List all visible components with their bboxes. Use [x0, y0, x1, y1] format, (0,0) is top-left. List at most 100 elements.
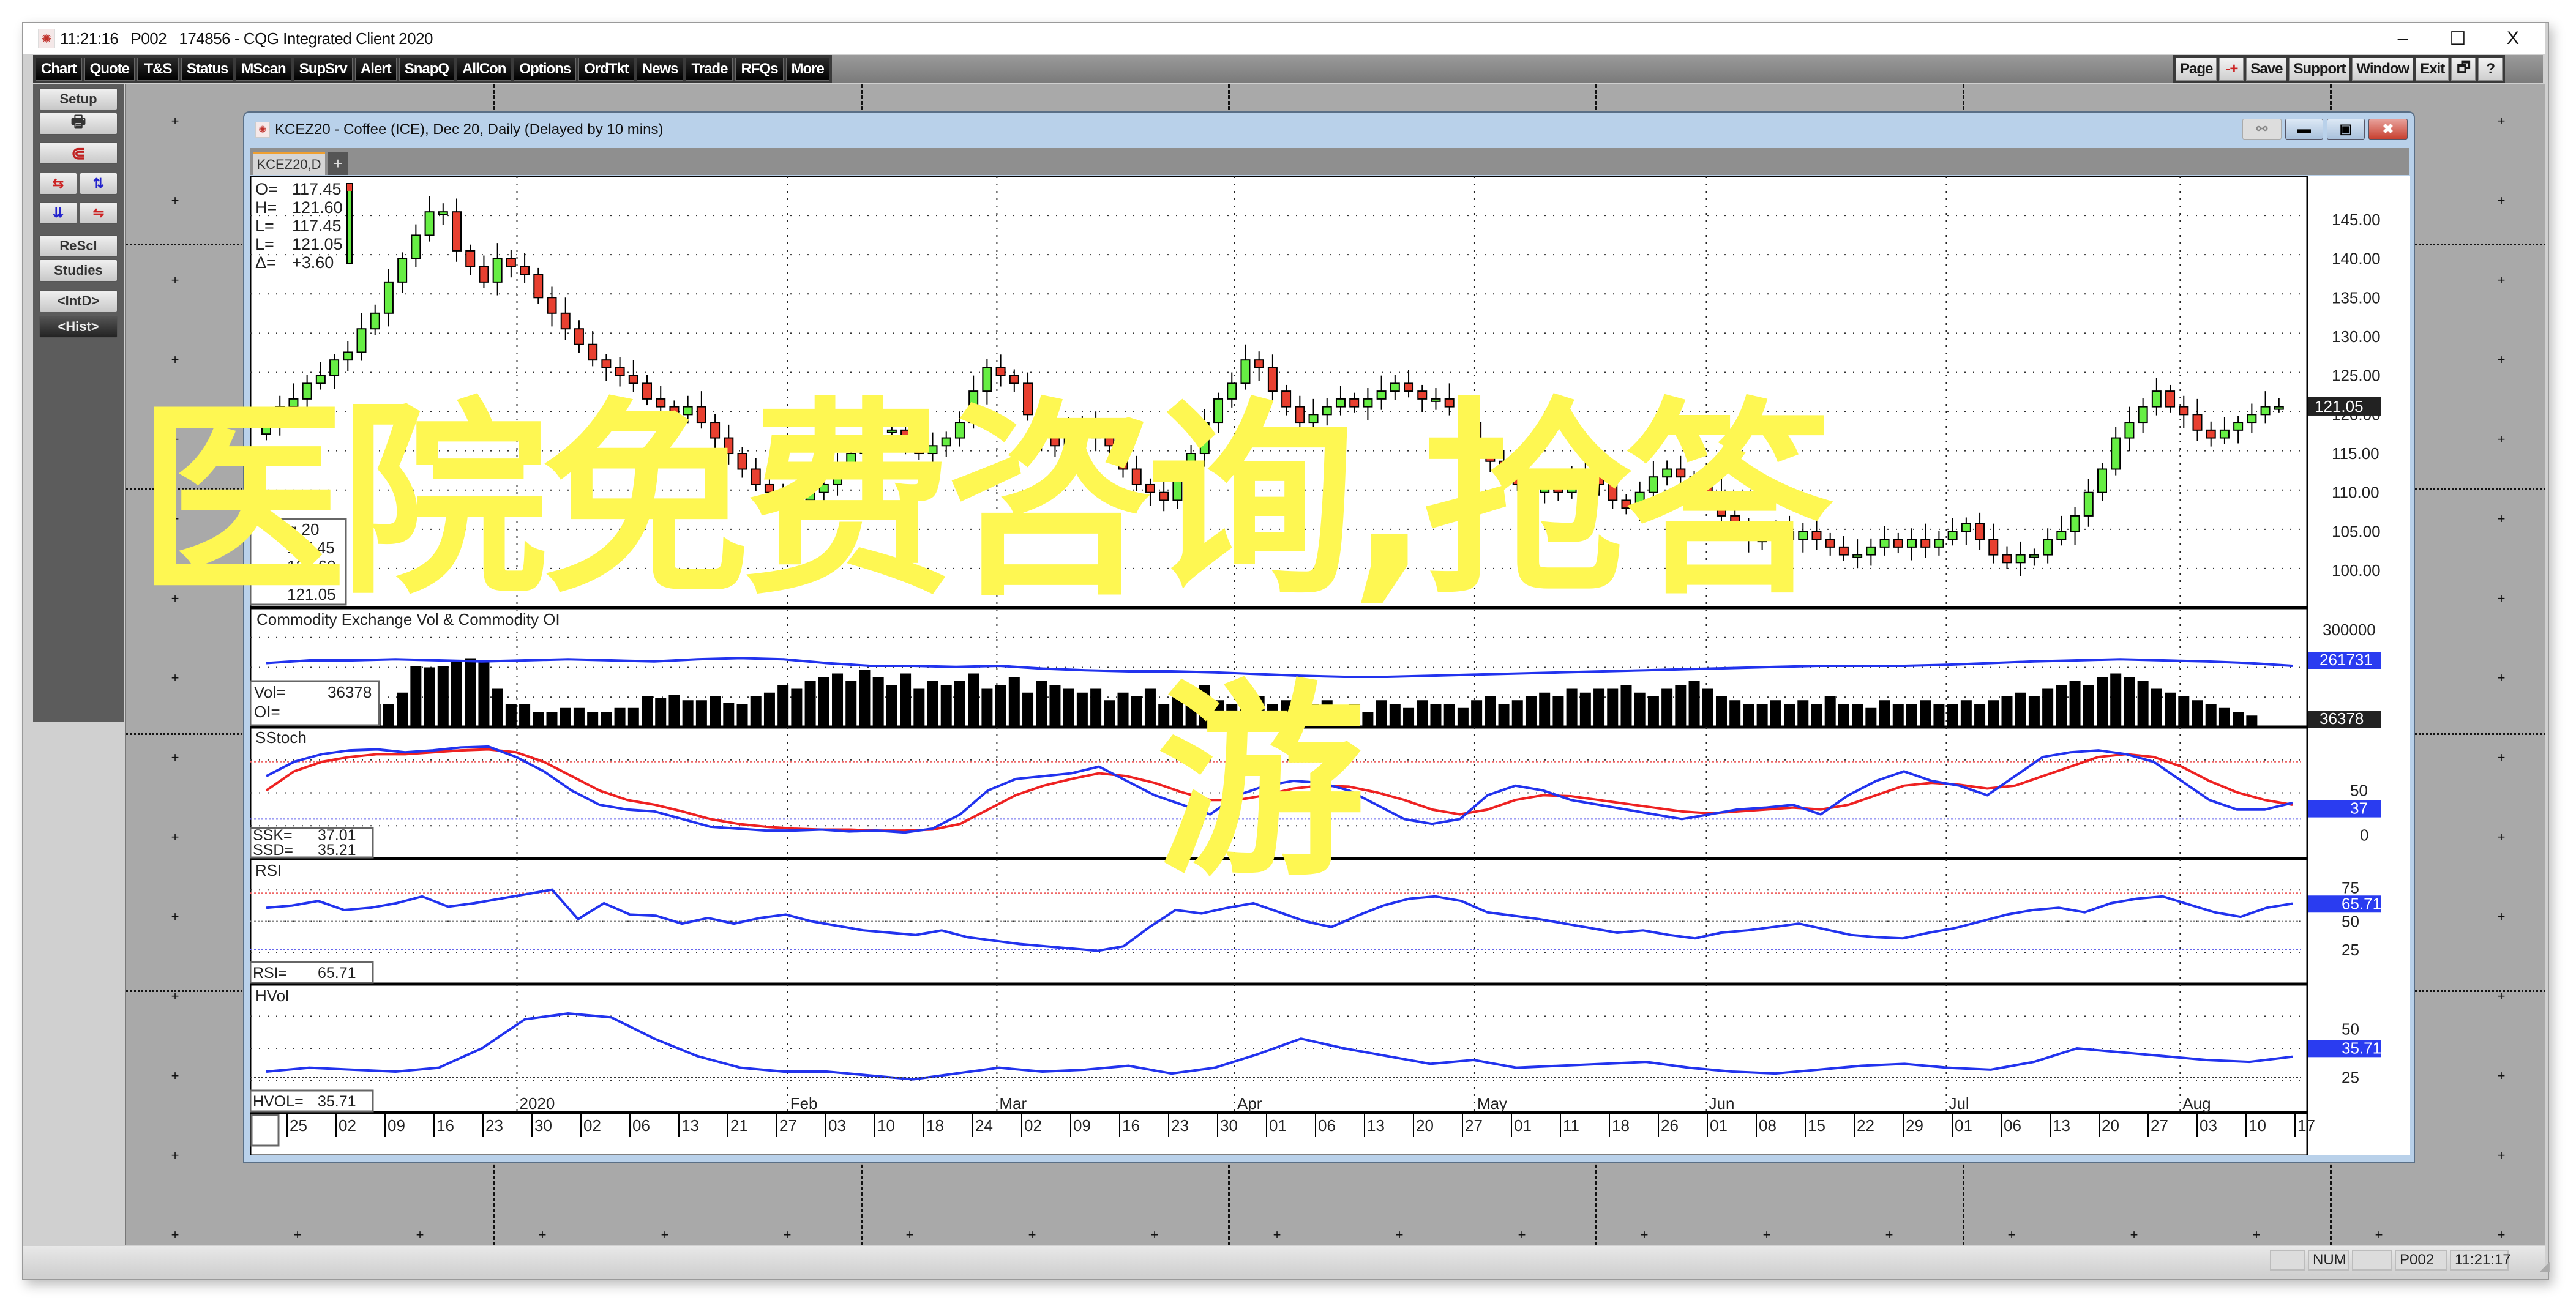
- scroll-vertical-button[interactable]: ⇅: [80, 173, 118, 195]
- workspace-grid-marker: +: [171, 909, 179, 924]
- ohlc-label: O=: [255, 180, 278, 198]
- ssd-value: 35.21: [318, 841, 356, 859]
- candle-down: [588, 343, 598, 361]
- toolbar-button-supsrv[interactable]: SupSrv: [293, 58, 353, 81]
- volume-bar: [410, 666, 422, 727]
- date-label: 13: [2053, 1116, 2070, 1135]
- toolbar-button-allcon[interactable]: AllCon: [457, 58, 512, 81]
- resize-grip-icon[interactable]: ◢: [2539, 1258, 2550, 1274]
- toolbar-button-support[interactable]: Support: [2289, 58, 2350, 81]
- historical-button[interactable]: <Hist>: [39, 316, 118, 338]
- volume-bar: [1063, 688, 1074, 727]
- magnet-button[interactable]: ⋐: [39, 142, 118, 164]
- volume-bar: [1729, 700, 1741, 727]
- toolbar-button-options[interactable]: Options: [514, 58, 577, 81]
- date-label: 06: [2004, 1116, 2021, 1135]
- candle-up: [343, 351, 353, 361]
- volume-bar: [1715, 696, 1727, 727]
- volume-bar: [1743, 704, 1754, 727]
- volume-bar: [886, 685, 897, 727]
- volume-bar: [642, 696, 653, 727]
- volume-bar: [981, 688, 993, 727]
- ohlc-value: +3.60: [292, 253, 334, 272]
- maximize-button[interactable]: ☐: [2430, 23, 2485, 54]
- volume-bar: [777, 685, 789, 727]
- chart-minimize-button[interactable]: ▬: [2285, 119, 2323, 140]
- volume-bar: [1811, 704, 1822, 727]
- chart-maximize-icon: ▣: [2339, 121, 2353, 136]
- volume-bar: [1784, 704, 1795, 727]
- volume-bar: [1838, 704, 1849, 727]
- toolbar-button-snapq[interactable]: SnapQ: [399, 58, 455, 81]
- toolbar-button-status[interactable]: Status: [181, 58, 234, 81]
- date-label: 23: [1171, 1116, 1189, 1135]
- close-button[interactable]: X: [2485, 23, 2540, 54]
- volume-bar: [1824, 696, 1836, 727]
- workspace-grid-marker: +: [2497, 1068, 2506, 1083]
- print-button[interactable]: 🖶: [39, 112, 118, 135]
- date-label: 03: [828, 1116, 846, 1135]
- chart-close-icon: ✖: [2382, 121, 2394, 136]
- toolbar-button-page[interactable]: Page: [2176, 58, 2217, 81]
- toolbar-button-rfqs[interactable]: RFQs: [735, 58, 784, 81]
- setup-button[interactable]: Setup: [39, 88, 118, 110]
- workspace-grid-marker: +: [2375, 1227, 2383, 1242]
- candle-up: [2043, 539, 2053, 556]
- toolbar-button-save[interactable]: Save: [2246, 58, 2287, 81]
- toolbar-button-quote[interactable]: Quote: [84, 58, 135, 81]
- date-label: 01: [1269, 1116, 1287, 1135]
- sstoch-last-badge: [2308, 800, 2381, 818]
- compress-vertical-button[interactable]: ⇋: [80, 202, 118, 224]
- toolbar-button-restore[interactable]: 🗗: [2451, 58, 2476, 81]
- date-label: 21: [730, 1116, 748, 1135]
- minimize-button[interactable]: –: [2375, 23, 2430, 54]
- scroll-horizontal-button[interactable]: ⇆: [39, 173, 77, 195]
- hvol-tick-label: 50: [2342, 1020, 2359, 1038]
- workspace-grid-marker: +: [171, 193, 179, 208]
- compress-vertical-icon: ⇋: [92, 205, 105, 220]
- toolbar-button-alert[interactable]: Alert: [354, 58, 397, 81]
- toolbar-button-zoom[interactable]: -+: [2219, 58, 2244, 81]
- date-label: 24: [975, 1116, 993, 1135]
- toolbar-button-mscan[interactable]: MScan: [236, 58, 291, 81]
- toolbar-button-news[interactable]: News: [636, 58, 684, 81]
- volume-bar: [573, 707, 585, 727]
- volume-bar: [465, 658, 476, 727]
- chart-tab-kcez20[interactable]: KCEZ20,D: [253, 152, 325, 175]
- sstoch-panel-title: SStoch: [255, 728, 307, 747]
- price-range-bar: [346, 183, 353, 264]
- volume-bar: [533, 712, 544, 727]
- workspace-grid-marker: +: [171, 829, 179, 845]
- candle-down: [506, 258, 516, 267]
- candle-down: [547, 297, 557, 314]
- toolbar-button-help[interactable]: ?: [2478, 58, 2503, 81]
- volume-bar: [546, 712, 558, 727]
- compress-horizontal-button[interactable]: ⇊: [39, 202, 77, 224]
- status-page: P002: [2395, 1250, 2447, 1271]
- ohlc-value: 121.60: [292, 198, 343, 217]
- chart-maximize-button[interactable]: ▣: [2327, 119, 2365, 140]
- price-range-bar-top: [347, 184, 352, 191]
- toolbar-button-window[interactable]: Window: [2352, 58, 2414, 81]
- intraday-button[interactable]: <IntD>: [39, 290, 118, 312]
- link-button[interactable]: ⚯: [2242, 119, 2282, 140]
- toolbar-button-trade[interactable]: Trade: [686, 58, 733, 81]
- chart-close-button[interactable]: ✖: [2368, 119, 2408, 140]
- window-title: 11:21:16 P002 174856 - CQG Integrated Cl…: [60, 29, 433, 48]
- maximize-icon: ☐: [2449, 28, 2466, 49]
- volume-label: Vol=: [254, 683, 285, 701]
- toolbar-button-chart[interactable]: Chart: [36, 58, 82, 81]
- toolbar-button-ts[interactable]: T&S: [137, 58, 179, 81]
- toolbar-button-exit[interactable]: Exit: [2416, 58, 2449, 81]
- price-tick-label: 130.00: [2332, 327, 2381, 346]
- add-tab-button[interactable]: +: [328, 152, 348, 175]
- status-bar: NUM P002 11:21:17 ◢: [23, 1246, 2550, 1275]
- volume-bar: [859, 670, 871, 727]
- time-scroll-handle[interactable]: [250, 1114, 280, 1147]
- studies-button[interactable]: Studies: [39, 259, 118, 282]
- candle-down: [1920, 539, 1931, 548]
- title-text: 174856 - CQG Integrated Client 2020: [179, 29, 433, 48]
- rescale-button[interactable]: ReScl: [39, 235, 118, 257]
- toolbar-button-ordtkt[interactable]: OrdTkt: [578, 58, 634, 81]
- toolbar-button-more[interactable]: More: [785, 58, 829, 81]
